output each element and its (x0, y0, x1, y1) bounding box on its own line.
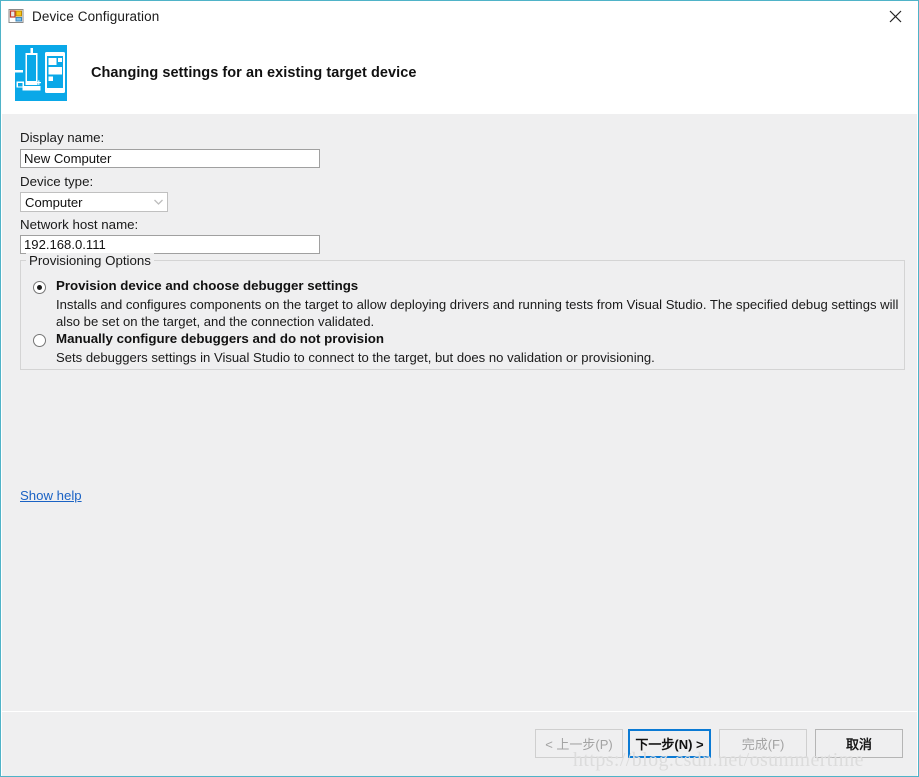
device-type-label: Device type: (20, 174, 94, 189)
network-host-name-label: Network host name: (20, 217, 139, 232)
radio-description-provision: Installs and configures components on th… (56, 297, 899, 329)
page-title: Changing settings for an existing target… (91, 64, 417, 81)
back-button[interactable]: < 上一步(P) (535, 729, 623, 758)
network-host-name-input[interactable] (20, 235, 320, 254)
dialog-footer: < 上一步(P) 下一步(N) > 完成(F) 取消 (2, 711, 917, 776)
chevron-down-icon (150, 193, 167, 211)
finish-button[interactable]: 完成(F) (719, 729, 807, 758)
device-type-dropdown[interactable]: Computer (20, 192, 168, 212)
cancel-button[interactable]: 取消 (815, 729, 903, 758)
close-icon[interactable] (872, 1, 918, 31)
window-title: Device Configuration (32, 8, 160, 24)
title-bar: Device Configuration (1, 1, 918, 31)
dialog-header: Changing settings for an existing target… (2, 31, 917, 114)
radio-indicator-provision[interactable] (33, 281, 46, 294)
device-pair-icon (15, 44, 67, 101)
radio-description-manual: Sets debuggers settings in Visual Studio… (56, 350, 655, 365)
display-name-label: Display name: (20, 130, 105, 145)
device-configuration-dialog: Device Configuration Changing settings f… (0, 0, 919, 777)
dialog-body: Display name: Device type: Computer Netw… (2, 114, 917, 711)
radio-title-manual: Manually configure debuggers and do not … (56, 331, 385, 346)
device-type-value: Computer (25, 194, 83, 210)
show-help-link[interactable]: Show help (20, 488, 82, 503)
radio-indicator-manual[interactable] (33, 334, 46, 347)
next-button[interactable]: 下一步(N) > (628, 729, 711, 758)
radio-title-provision: Provision device and choose debugger set… (56, 278, 359, 293)
provisioning-options-legend: Provisioning Options (26, 253, 154, 268)
display-name-input[interactable] (20, 149, 320, 168)
vs-form-icon (8, 8, 24, 24)
